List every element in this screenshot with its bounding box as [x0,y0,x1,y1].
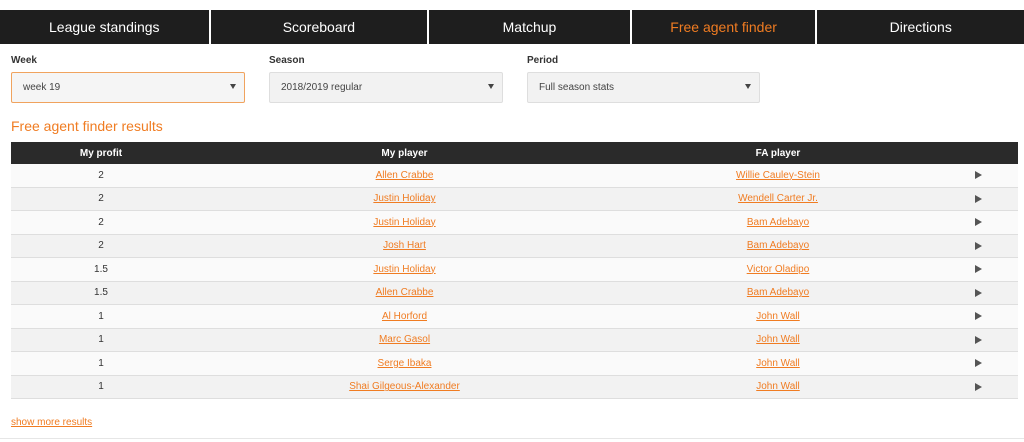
week-select-value: week 19 [23,82,61,93]
caret-down-icon [488,84,494,89]
column-header-fa-player: FA player [755,147,801,159]
table-row: 1 Serge Ibaka John Wall [11,352,1018,376]
play-icon[interactable] [974,335,982,344]
table-row: 2 Justin Holiday Wendell Carter Jr. [11,187,1018,211]
period-label: Period [527,55,559,66]
caret-down-icon [230,84,236,89]
fa-player-link[interactable]: Bam Adebayo [747,287,809,298]
play-icon[interactable] [974,359,982,368]
table-row: 1 Shai Gilgeous-Alexander John Wall [11,375,1018,399]
my-profit-cell: 2 [98,216,104,228]
my-player-link[interactable]: Allen Crabbe [376,287,434,298]
tab-directions[interactable]: Directions [817,10,1024,44]
table-row: 1 Al Horford John Wall [11,305,1018,329]
week-select[interactable]: week 19 [11,72,245,103]
show-more-results-link[interactable]: show more results [11,417,92,428]
tab-league-standings[interactable]: League standings [0,10,209,44]
top-tab-bar: League standings Scoreboard Matchup Free… [0,10,1024,44]
tab-matchup[interactable]: Matchup [429,10,630,44]
table-row: 2 Justin Holiday Bam Adebayo [11,211,1018,235]
my-profit-cell: 1.5 [94,263,108,275]
fa-player-link[interactable]: John Wall [756,381,800,392]
play-icon[interactable] [974,218,982,227]
my-profit-cell: 2 [98,193,104,205]
tab-free-agent-finder[interactable]: Free agent finder [631,10,816,44]
fa-player-link[interactable]: John Wall [756,334,800,345]
my-player-link[interactable]: Serge Ibaka [378,358,432,369]
tab-scoreboard[interactable]: Scoreboard [210,10,428,44]
my-profit-cell: 1 [98,357,104,369]
period-select-value: Full season stats [539,82,615,93]
fa-player-link[interactable]: John Wall [756,311,800,322]
season-select[interactable]: 2018/2019 regular [269,72,503,103]
play-icon[interactable] [974,265,982,274]
results-table: My profit My player FA player 2 Allen Cr… [11,142,1018,399]
fa-player-link[interactable]: John Wall [756,358,800,369]
my-player-link[interactable]: Allen Crabbe [376,170,434,181]
column-header-my-profit: My profit [79,147,123,159]
table-row: 2 Allen Crabbe Willie Cauley-Stein [11,164,1018,188]
my-profit-cell: 1.5 [94,287,108,299]
fa-player-link[interactable]: Bam Adebayo [747,240,809,251]
my-player-link[interactable]: Josh Hart [383,240,426,251]
play-icon[interactable] [974,288,982,297]
my-profit-cell: 1 [98,334,104,346]
table-row: 1 Marc Gasol John Wall [11,328,1018,352]
my-player-link[interactable]: Justin Holiday [373,217,435,228]
caret-down-icon [745,84,751,89]
fa-player-link[interactable]: Wendell Carter Jr. [738,193,818,204]
fa-player-link[interactable]: Willie Cauley-Stein [736,170,820,181]
table-row: 2 Josh Hart Bam Adebayo [11,234,1018,258]
my-profit-cell: 1 [98,381,104,393]
season-select-value: 2018/2019 regular [281,82,363,93]
table-header: My profit My player FA player [11,142,1018,164]
fa-player-link[interactable]: Bam Adebayo [747,217,809,228]
season-label: Season [269,55,305,66]
table-body: 2 Allen Crabbe Willie Cauley-Stein 2 Jus… [11,164,1018,399]
fa-player-link[interactable]: Victor Oladipo [747,264,810,275]
my-profit-cell: 1 [98,310,104,322]
my-player-link[interactable]: Justin Holiday [373,193,435,204]
play-icon[interactable] [974,241,982,250]
play-icon[interactable] [974,171,982,180]
period-select[interactable]: Full season stats [527,72,760,103]
my-player-link[interactable]: Marc Gasol [379,334,430,345]
table-row: 1.5 Justin Holiday Victor Oladipo [11,258,1018,282]
play-icon[interactable] [974,312,982,321]
my-profit-cell: 2 [98,169,104,181]
my-player-link[interactable]: Al Horford [382,311,427,322]
my-player-link[interactable]: Shai Gilgeous-Alexander [349,381,460,392]
my-profit-cell: 2 [98,240,104,252]
results-title: Free agent finder results [11,118,163,134]
play-icon[interactable] [974,382,982,391]
my-player-link[interactable]: Justin Holiday [373,264,435,275]
week-label: Week [11,55,37,66]
table-row: 1.5 Allen Crabbe Bam Adebayo [11,281,1018,305]
column-header-my-player: My player [381,147,428,159]
play-icon[interactable] [974,194,982,203]
